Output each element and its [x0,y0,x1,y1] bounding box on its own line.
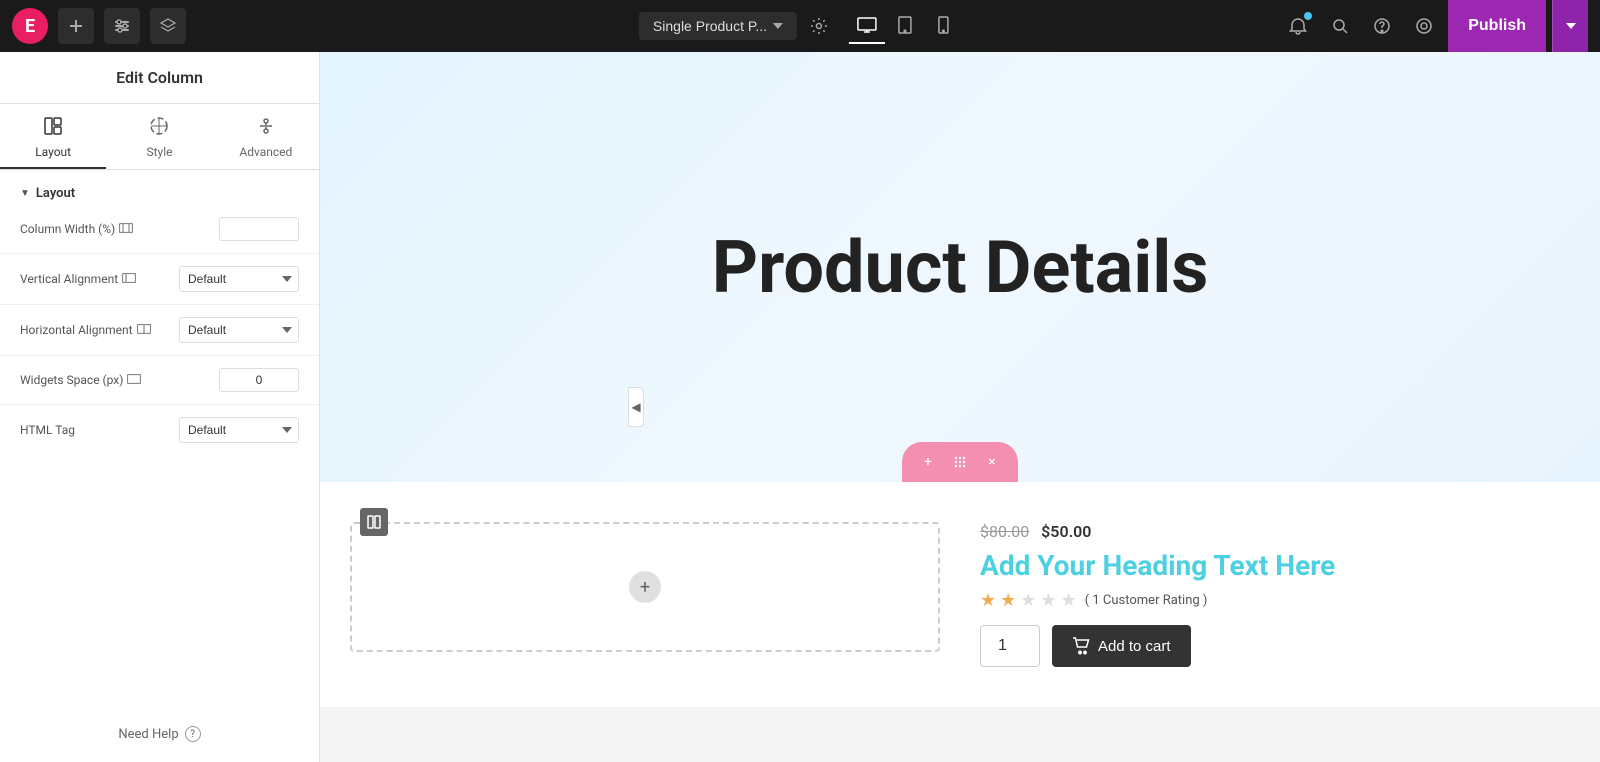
vertical-alignment-row: Vertical Alignment Default Top Middle Bo… [0,258,319,300]
close-section-button[interactable]: × [978,448,1006,476]
star-4: ★ [1040,590,1056,611]
quantity-input[interactable] [980,625,1040,667]
search-button[interactable] [1322,8,1358,44]
widgets-space-label: Widgets Space (px) [20,372,211,388]
sidebar-tabs: Layout Style [0,104,319,170]
html-tag-select[interactable]: Default div header footer main section a… [179,417,299,443]
star-3: ★ [1020,590,1036,611]
vertical-alignment-label: Vertical Alignment [20,271,171,287]
style-tab-icon [149,116,169,141]
star-5: ★ [1061,590,1077,611]
advanced-tab-icon [256,116,276,141]
star-2: ★ [1000,590,1016,611]
layers-button[interactable] [150,8,186,44]
product-price-row: $80.00 $50.00 [980,522,1570,541]
rating-stars: ★ ★ ★ ★ ★ ( 1 Customer Rating ) [980,590,1570,611]
notification-badge [1304,12,1312,20]
add-element-button[interactable] [58,8,94,44]
section-toolbar: + × [902,442,1018,482]
widgets-space-input[interactable] [219,368,299,392]
column-placeholder[interactable]: + [350,522,940,652]
topbar-center: Single Product P... [639,8,961,44]
elementor-logo[interactable]: E [12,8,48,44]
column-width-input[interactable] [219,217,299,241]
product-right-column: $80.00 $50.00 Add Your Heading Text Here… [970,502,1600,687]
tablet-button[interactable] [887,8,923,44]
add-section-button[interactable]: + [914,448,942,476]
tab-advanced[interactable]: Advanced [213,104,319,169]
topbar: E Single Product P... [0,0,1600,52]
notifications-button[interactable] [1280,8,1316,44]
vertical-align-icon [122,271,136,287]
horizontal-alignment-row: Horizontal Alignment Default Left Center… [0,309,319,351]
page-name-button[interactable]: Single Product P... [639,12,797,40]
preview-button[interactable] [1406,8,1442,44]
column-width-row: Column Width (%) [0,209,319,249]
sidebar-collapse-handle[interactable]: ◀ [628,387,644,427]
layout-tab-icon [43,116,63,141]
column-width-icon [119,221,133,237]
section-collapse-icon: ▼ [20,188,30,199]
column-handle-icon[interactable] [360,508,388,536]
topbar-right: Publish [1280,0,1588,52]
column-width-label: Column Width (%) [20,221,211,237]
help-button[interactable] [1364,8,1400,44]
star-1: ★ [980,590,996,611]
main-layout: Edit Column Layout [0,52,1600,762]
original-price: $80.00 [980,522,1029,541]
vertical-alignment-select[interactable]: Default Top Middle Bottom [179,266,299,292]
mobile-button[interactable] [925,8,961,44]
product-section: + $80.00 $50.00 Add Your Heading Text He… [320,482,1600,707]
tab-style[interactable]: Style [106,104,212,169]
page-name-label: Single Product P... [653,18,767,34]
html-tag-row: HTML Tag Default div header footer main … [0,409,319,451]
add-to-cart-row: Add to cart [980,625,1570,667]
horizontal-alignment-select[interactable]: Default Left Center Right [179,317,299,343]
product-title: Add Your Heading Text Here [980,549,1570,582]
device-buttons [849,8,961,44]
horizontal-align-icon [137,322,151,338]
publish-dropdown-button[interactable] [1552,0,1588,52]
need-help-section[interactable]: Need Help ? [0,706,319,762]
settings-button[interactable] [801,8,837,44]
help-circle-icon: ? [185,726,201,742]
horizontal-alignment-label: Horizontal Alignment [20,322,171,338]
sidebar-title: Edit Column [0,52,319,104]
desktop-button[interactable] [849,8,885,44]
sidebar: Edit Column Layout [0,52,320,762]
layout-section-heading[interactable]: ▼ Layout [0,170,319,209]
hero-section: Product Details + × [320,52,1600,482]
move-section-button[interactable] [946,448,974,476]
publish-button[interactable]: Publish [1448,0,1546,52]
add-to-cart-button[interactable]: Add to cart [1052,625,1191,667]
canvas: Product Details + × [320,52,1600,762]
product-left-column: + [320,502,970,687]
widgets-space-icon [127,372,141,388]
add-widget-button[interactable]: + [629,571,661,603]
customize-button[interactable] [104,8,140,44]
current-price: $50.00 [1041,522,1091,541]
hero-title: Product Details [712,225,1209,310]
widgets-space-row: Widgets Space (px) [0,360,319,400]
rating-text: ( 1 Customer Rating ) [1085,593,1208,608]
tab-layout[interactable]: Layout [0,104,106,169]
html-tag-label: HTML Tag [20,423,171,437]
